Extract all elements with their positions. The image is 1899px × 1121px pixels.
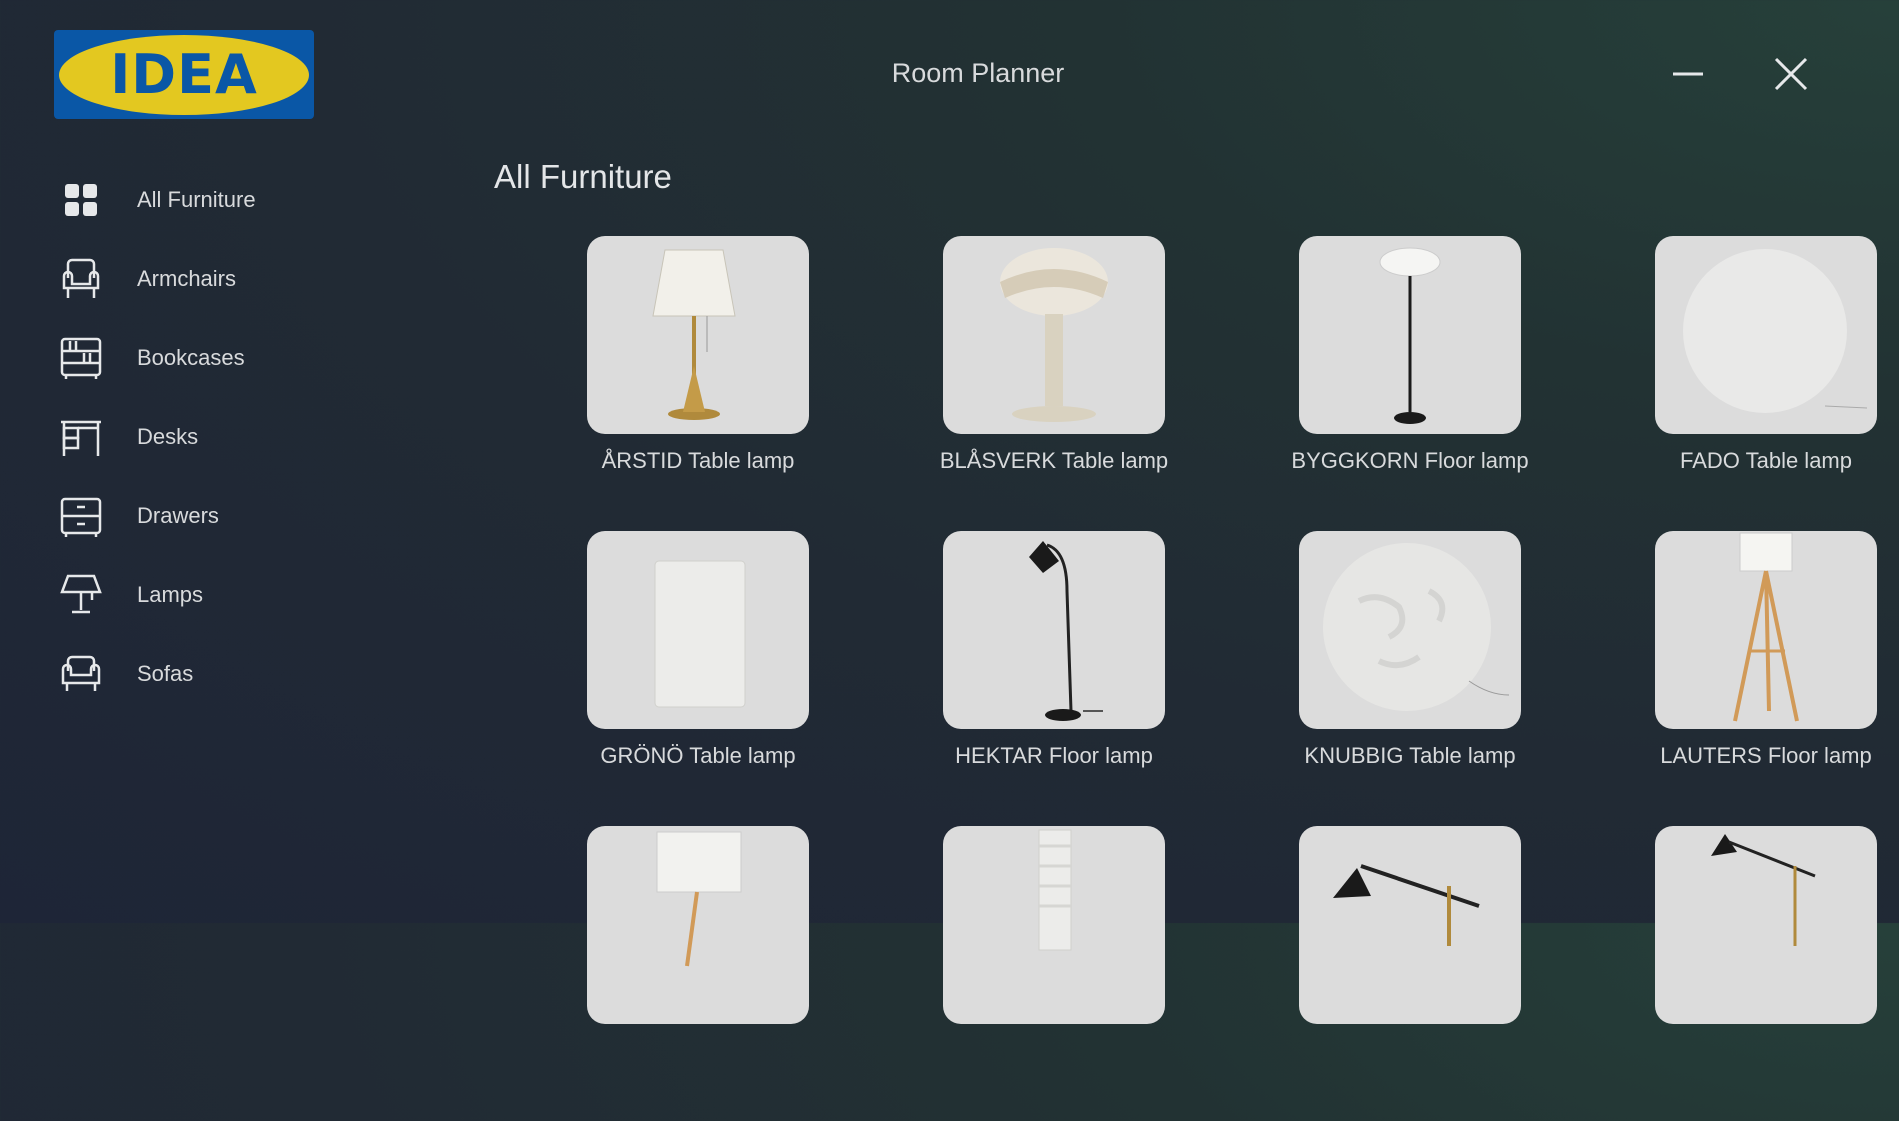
minimize-icon [1673, 72, 1703, 76]
sidebar-item-drawers[interactable]: Drawers [54, 476, 414, 555]
product-image [943, 531, 1165, 729]
bookcase-icon [54, 331, 108, 385]
sidebar-item-desks[interactable]: Desks [54, 397, 414, 476]
sidebar-nav: All Furniture Armchairs Bookcases Desks … [54, 160, 414, 713]
product-card[interactable] [876, 826, 1232, 1121]
product-image [1299, 531, 1521, 729]
product-card[interactable]: FADO Table lamp [1588, 236, 1899, 531]
sidebar-item-sofas[interactable]: Sofas [54, 634, 414, 713]
sidebar-item-label: All Furniture [137, 186, 256, 212]
logo-ellipse: IDEA [59, 34, 309, 115]
product-card[interactable]: LAUTERS Floor lamp [1588, 531, 1899, 826]
sidebar-item-label: Lamps [137, 581, 204, 607]
product-image [943, 826, 1165, 1024]
lamp-icon [54, 568, 108, 622]
product-name: BYGGKORN Floor lamp [1291, 448, 1529, 473]
product-name: FADO Table lamp [1679, 448, 1852, 473]
armchair-icon [54, 252, 108, 306]
product-card[interactable] [1232, 826, 1588, 1121]
product-card[interactable]: HEKTAR Floor lamp [876, 531, 1232, 826]
brand-logo: IDEA [54, 30, 314, 119]
product-image [1299, 826, 1521, 1024]
product-name: KNUBBIG Table lamp [1304, 743, 1516, 768]
product-card[interactable]: BLÅSVERK Table lamp [876, 236, 1232, 531]
product-image [1655, 236, 1877, 434]
sidebar-item-all-furniture[interactable]: All Furniture [54, 160, 414, 239]
sidebar-item-label: Drawers [137, 502, 219, 528]
product-image [587, 236, 809, 434]
sidebar-item-label: Bookcases [137, 344, 245, 370]
product-card[interactable]: GRÖNÖ Table lamp [520, 531, 876, 826]
sidebar-item-label: Armchairs [137, 265, 237, 291]
sidebar-item-bookcases[interactable]: Bookcases [54, 318, 414, 397]
close-icon [1774, 57, 1808, 91]
product-card[interactable]: BYGGKORN Floor lamp [1232, 236, 1588, 531]
product-name: HEKTAR Floor lamp [955, 743, 1153, 768]
sidebar-item-lamps[interactable]: Lamps [54, 555, 414, 634]
product-card[interactable] [1588, 826, 1899, 1121]
desk-icon [54, 410, 108, 464]
sidebar-item-armchairs[interactable]: Armchairs [54, 239, 414, 318]
sofa-icon [54, 647, 108, 701]
product-card[interactable]: KNUBBIG Table lamp [1232, 531, 1588, 826]
product-card[interactable] [520, 826, 876, 1121]
product-image [587, 826, 809, 1024]
product-name: LAUTERS Floor lamp [1660, 743, 1872, 768]
minimize-button[interactable] [1664, 50, 1712, 98]
logo-text: IDEA [110, 43, 258, 106]
product-image [587, 531, 809, 729]
close-button[interactable] [1767, 50, 1815, 98]
drawer-icon [54, 489, 108, 543]
product-name: ÅRSTID Table lamp [601, 448, 795, 473]
sidebar-item-label: Desks [137, 423, 199, 449]
section-title: All Furniture [494, 158, 672, 195]
product-image [943, 236, 1165, 434]
product-grid: ÅRSTID Table lamp BLÅSVERK Table lamp BY… [520, 236, 1880, 1121]
product-image [1655, 826, 1877, 1024]
product-image [1299, 236, 1521, 434]
product-card[interactable]: ÅRSTID Table lamp [520, 236, 876, 531]
sidebar-item-label: Sofas [137, 660, 194, 686]
product-image [1655, 531, 1877, 729]
product-name: BLÅSVERK Table lamp [939, 448, 1169, 473]
window-title: Room Planner [891, 58, 1065, 88]
grid-icon [54, 173, 108, 227]
product-name: GRÖNÖ Table lamp [600, 743, 796, 768]
